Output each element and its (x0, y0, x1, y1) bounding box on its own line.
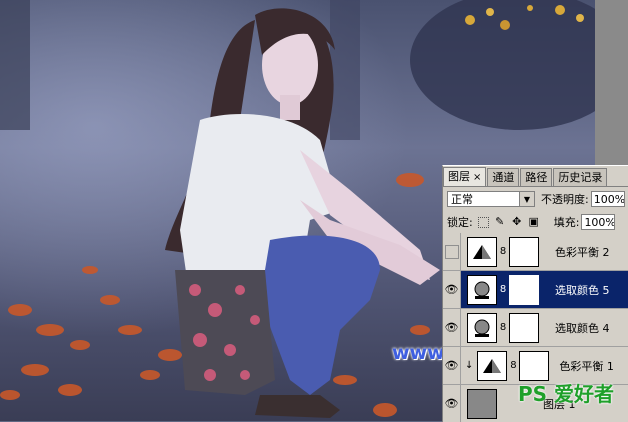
opacity-label: 不透明度: (541, 193, 589, 206)
tab-label: 图层 (448, 170, 470, 183)
eye-icon[interactable]: 👁 (443, 347, 461, 384)
blend-opacity-row: 正常 ▼ 不透明度: 100% (443, 187, 628, 211)
close-icon[interactable]: × (473, 172, 481, 183)
tab-channels[interactable]: 通道 (487, 168, 520, 186)
tab-label: 历史记录 (558, 171, 603, 184)
hidden-box-icon[interactable] (444, 244, 459, 259)
link-icon[interactable]: 8 (508, 360, 518, 371)
layer-name: 选取颜色 4 (555, 321, 610, 335)
layer-name: 色彩平衡 1 (559, 359, 614, 373)
clip-arrow-icon: ↓ (465, 360, 474, 371)
selective-color-icon (474, 281, 490, 299)
ps-logo: PS 爱好者 (518, 378, 614, 407)
tab-history[interactable]: 历史记录 (553, 168, 608, 186)
lock-transparency-icon[interactable] (477, 216, 489, 228)
lock-label: 锁定: (447, 216, 473, 229)
adjustment-thumbnail (477, 350, 508, 381)
adjustment-thumbnail (467, 312, 497, 343)
logo-text: PS 爱好者 (518, 382, 615, 406)
lock-icon[interactable]: ▣ (528, 216, 540, 228)
image-thumbnail (467, 388, 497, 419)
layer-color-balance-2[interactable]: 8 色彩平衡 2 (443, 233, 628, 271)
link-icon[interactable]: 8 (498, 284, 508, 295)
selective-color-icon (474, 319, 490, 337)
panel-tabs: 图层 × 通道 路径 历史记录 (443, 166, 628, 187)
layer-mask-thumbnail[interactable] (509, 274, 539, 305)
eye-icon[interactable]: 👁 (443, 309, 461, 346)
blend-mode-select[interactable]: 正常 ▼ (447, 191, 535, 207)
layer-mask-thumbnail[interactable] (509, 312, 539, 343)
layer-name: 选取颜色 5 (555, 283, 610, 297)
layer-selective-color-4[interactable]: 👁 8 选取颜色 4 (443, 309, 628, 347)
adjustment-thumbnail (467, 274, 497, 305)
opacity-input[interactable]: 100% (590, 191, 625, 207)
tab-layers[interactable]: 图层 × (443, 167, 487, 186)
layer-name: 色彩平衡 2 (555, 245, 610, 259)
layer-mask-thumbnail[interactable] (519, 350, 550, 381)
move-icon[interactable]: ✥ (511, 216, 523, 228)
adjustment-thumbnail (467, 236, 497, 267)
lock-fill-row: 锁定: ✎ ✥ ▣ 填充: 100% (443, 211, 628, 234)
chevron-down-icon[interactable]: ▼ (519, 192, 534, 206)
eye-icon[interactable]: 👁 (443, 271, 461, 308)
visibility-toggle[interactable] (443, 233, 461, 270)
blend-mode-value: 正常 (451, 193, 473, 206)
balance-icon (473, 244, 491, 259)
tab-label: 路径 (525, 171, 548, 184)
link-icon[interactable]: 8 (498, 322, 508, 333)
brush-icon[interactable]: ✎ (494, 216, 506, 228)
eye-icon[interactable]: 👁 (443, 385, 461, 422)
tab-label: 通道 (492, 171, 515, 184)
tab-paths[interactable]: 路径 (520, 168, 553, 186)
fill-input[interactable]: 100% (581, 214, 616, 230)
fill-label: 填充: (553, 216, 580, 229)
link-icon[interactable]: 8 (498, 246, 508, 257)
layer-selective-color-5[interactable]: 👁 8 选取颜色 5 (443, 271, 628, 309)
balance-icon (483, 358, 502, 373)
layer-mask-thumbnail[interactable] (509, 236, 539, 267)
